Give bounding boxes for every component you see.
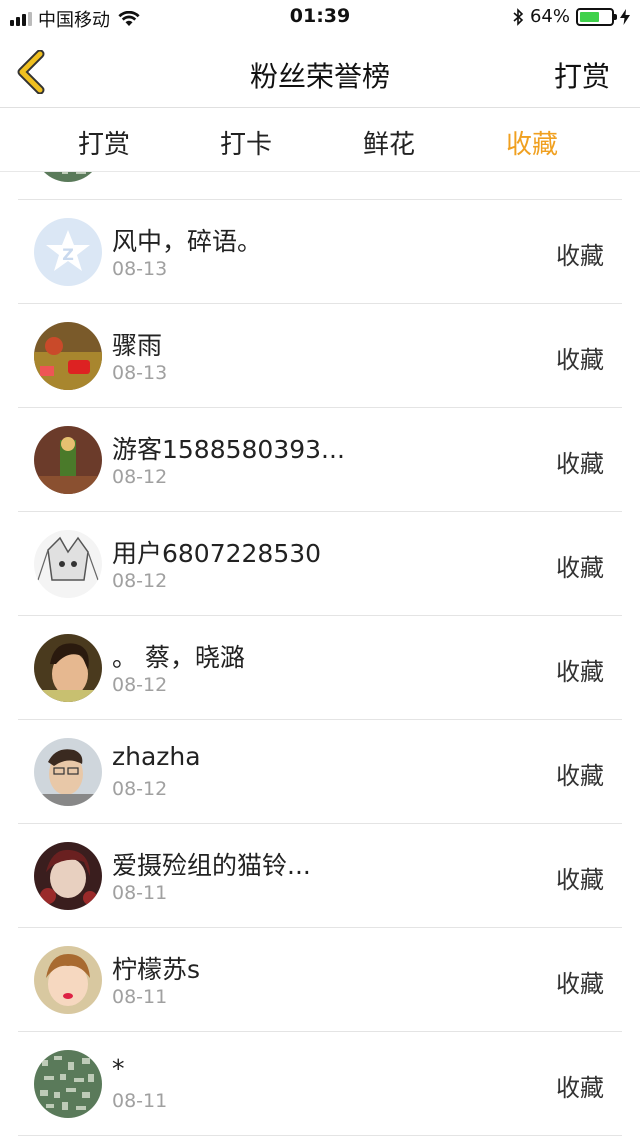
- avatar[interactable]: [34, 1050, 102, 1118]
- tab-favorites[interactable]: 收藏: [506, 124, 558, 161]
- user-name: 柠檬苏s: [112, 955, 201, 984]
- avatar[interactable]: [34, 530, 102, 598]
- list-item[interactable]: 游客1588580393... 08-12 收藏: [18, 408, 622, 512]
- avatar[interactable]: [34, 172, 102, 182]
- user-name: 风中，碎语。: [112, 227, 263, 256]
- list-item[interactable]: * 08-11 收藏: [18, 1032, 622, 1136]
- avatar[interactable]: [34, 634, 102, 702]
- avatar[interactable]: [34, 946, 102, 1014]
- action-label: 收藏: [556, 554, 604, 582]
- page-title: 粉丝荣誉榜: [249, 60, 390, 93]
- action-label: 收藏: [556, 762, 604, 790]
- list-item[interactable]: 爱摄殓组的猫铃... 08-11 收藏: [18, 824, 622, 928]
- status-right: 64%: [512, 6, 630, 27]
- avatar[interactable]: Z: [34, 218, 102, 286]
- item-date: 08-11: [112, 986, 168, 1008]
- charging-icon: [620, 8, 630, 25]
- action-label: 收藏: [556, 1074, 604, 1102]
- avatar[interactable]: [34, 426, 102, 494]
- avatar[interactable]: [34, 738, 102, 806]
- list-item[interactable]: zhazha 08-12 收藏: [18, 720, 622, 824]
- fan-list-items: 08-14收藏Z风中，碎语。08-13收藏骤雨08-13收藏游客15885803…: [0, 172, 640, 1136]
- user-name: 骤雨: [112, 331, 163, 360]
- item-date: 08-11: [112, 882, 168, 904]
- item-date: 08-13: [112, 362, 168, 384]
- user-name: 爱摄殓组的猫铃...: [112, 851, 311, 880]
- tab-bar: 打赏 打卡 鲜花 收藏: [0, 108, 640, 172]
- user-name: zhazha: [112, 742, 201, 771]
- action-label: 收藏: [556, 242, 604, 270]
- item-date: 08-11: [112, 1090, 168, 1112]
- user-name: 游客1588580393...: [112, 435, 345, 464]
- fan-list[interactable]: 08-14收藏Z风中，碎语。08-13收藏骤雨08-13收藏游客15885803…: [0, 172, 640, 1139]
- item-date: 08-14: [112, 172, 167, 176]
- item-date: 08-12: [112, 466, 168, 488]
- action-label: 收藏: [556, 970, 604, 998]
- battery-percent: 64%: [529, 6, 570, 27]
- list-item[interactable]: 用户6807228530 08-12 收藏: [18, 512, 622, 616]
- item-date: 08-12: [112, 570, 168, 592]
- tab-checkin[interactable]: 打卡: [220, 124, 272, 161]
- item-date: 08-13: [112, 258, 168, 280]
- svg-text:Z: Z: [62, 245, 74, 264]
- bluetooth-icon: [513, 7, 524, 26]
- user-name: 用户6807228530: [112, 539, 322, 568]
- battery-icon: [576, 7, 617, 26]
- tab-reward[interactable]: 打赏: [78, 124, 130, 161]
- reward-button[interactable]: 打赏: [554, 55, 610, 95]
- navigation-bar: 粉丝荣誉榜 打赏: [0, 36, 640, 108]
- list-item[interactable]: 柠檬苏s 08-11 收藏: [18, 928, 622, 1032]
- action-label: 收藏: [556, 658, 604, 686]
- item-date: 08-12: [112, 778, 168, 800]
- action-label: 收藏: [556, 346, 604, 374]
- list-item[interactable]: 骤雨 08-13 收藏: [18, 304, 622, 408]
- list-item[interactable]: 。 蔡，晓潞 08-12 收藏: [18, 616, 622, 720]
- tab-flowers[interactable]: 鲜花: [363, 124, 415, 161]
- status-bar: 中国移动 01:39 64%: [0, 0, 640, 36]
- user-name: *: [112, 1054, 125, 1083]
- item-date: 08-12: [112, 674, 168, 696]
- action-label: 收藏: [556, 866, 604, 894]
- avatar[interactable]: [34, 322, 102, 390]
- battery-fill: [580, 11, 599, 22]
- list-item[interactable]: Z 风中，碎语。 08-13 收藏: [18, 200, 622, 304]
- avatar[interactable]: [34, 842, 102, 910]
- list-item[interactable]: 08-14收藏: [18, 172, 622, 200]
- action-label: 收藏: [556, 450, 604, 478]
- user-name: 。 蔡，晓潞: [112, 643, 245, 672]
